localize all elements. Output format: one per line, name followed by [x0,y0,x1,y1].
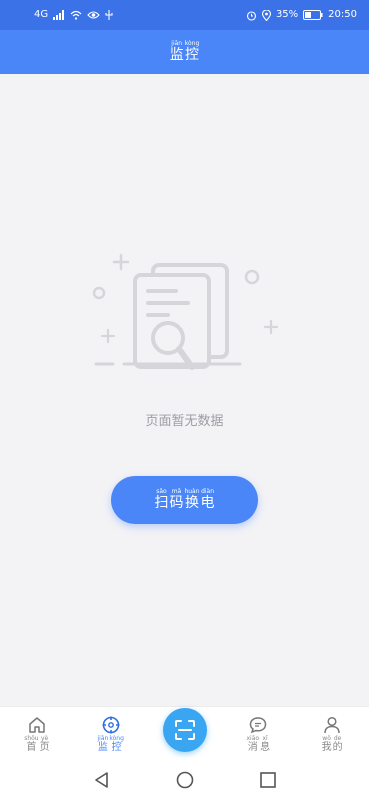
ruby-pinyin: xiāo [246,735,260,742]
ruby-pinyin: mǎ [169,488,184,495]
ruby-pinyin: jiān [169,40,184,47]
recents-square-icon [259,772,276,788]
signal-icon [53,10,65,20]
usb-icon [105,10,113,20]
home-circle-icon [176,771,193,789]
message-icon [250,717,267,734]
ruby-char: 消xiāo [246,735,260,753]
user-icon [324,716,340,734]
location-icon [261,9,271,21]
ruby-pinyin: huàn [184,488,200,495]
ruby-char: 控kòng [109,735,124,753]
ruby-pinyin: de [332,735,343,742]
tab-mine[interactable]: 我wǒ 的de [295,707,369,761]
monitor-icon [102,716,120,734]
alarm-icon [246,10,256,21]
tab-label-mine: 我wǒ 的de [322,735,343,753]
page-header: 监jiān 控kòng [0,30,369,74]
recents-button[interactable] [256,768,280,792]
status-time: 20:50 [328,9,357,20]
system-nav-bar [0,760,369,800]
page-title: 监jiān 控kòng [170,40,200,64]
ruby-pinyin: yè [39,735,50,742]
tab-label-messages: 消xiāo 息xī [247,735,271,753]
battery-icon [303,10,323,20]
scan-fab-button[interactable] [163,708,207,752]
status-bar: 4G 35% 20:50 [0,0,369,30]
ruby-char: 换huàn [184,488,200,511]
ruby-char: 息xī [260,735,271,753]
scan-swap-battery-label: 扫sǎo 码mǎ 换huàn 电diàn [154,488,214,512]
scan-swap-battery-button[interactable]: 扫sǎo 码mǎ 换huàn 电diàn [111,476,258,524]
home-icon [29,717,45,733]
ruby-pinyin: xī [260,735,271,742]
status-right: 35% 20:50 [246,9,357,21]
network-type: 4G [34,9,49,20]
ruby-char: 码mǎ [169,488,184,511]
ruby-char: 监jiān [97,735,109,753]
ruby-pinyin: wǒ [321,735,332,742]
back-triangle-icon [94,772,108,788]
ruby-char: 的de [332,735,343,753]
ruby-char: 电diàn [200,488,215,511]
status-left: 4G [34,10,113,20]
ruby-pinyin: shǒu [24,735,39,742]
ruby-pinyin: kòng [184,40,200,47]
tab-home[interactable]: 首shǒu 页yè [0,707,74,761]
ruby-char: 监jiān [169,40,184,63]
empty-state-text: 页面暂无数据 [145,414,224,429]
ruby-char: 扫sǎo [154,488,169,511]
tab-monitor[interactable]: 监jiān 控kòng [74,707,148,761]
ruby-pinyin: diàn [200,488,215,495]
ruby-char: 页yè [39,735,50,753]
empty-data-illustration [92,253,279,370]
back-button[interactable] [90,768,114,792]
ruby-pinyin: jiān [97,735,109,742]
ruby-pinyin: sǎo [154,488,169,495]
scan-icon [175,720,195,740]
eye-icon [87,11,100,19]
battery-percent: 35% [275,9,299,20]
home-nav-button[interactable] [173,768,197,792]
tab-label-home: 首shǒu 页yè [24,735,49,753]
tab-messages[interactable]: 消xiāo 息xī [221,707,295,761]
ruby-char: 我wǒ [321,735,332,753]
ruby-pinyin: kòng [109,735,124,742]
ruby-char: 控kòng [184,40,200,63]
tab-label-monitor: 监jiān 控kòng [98,735,124,753]
ruby-char: 首shǒu [24,735,39,753]
wifi-icon [70,10,82,20]
